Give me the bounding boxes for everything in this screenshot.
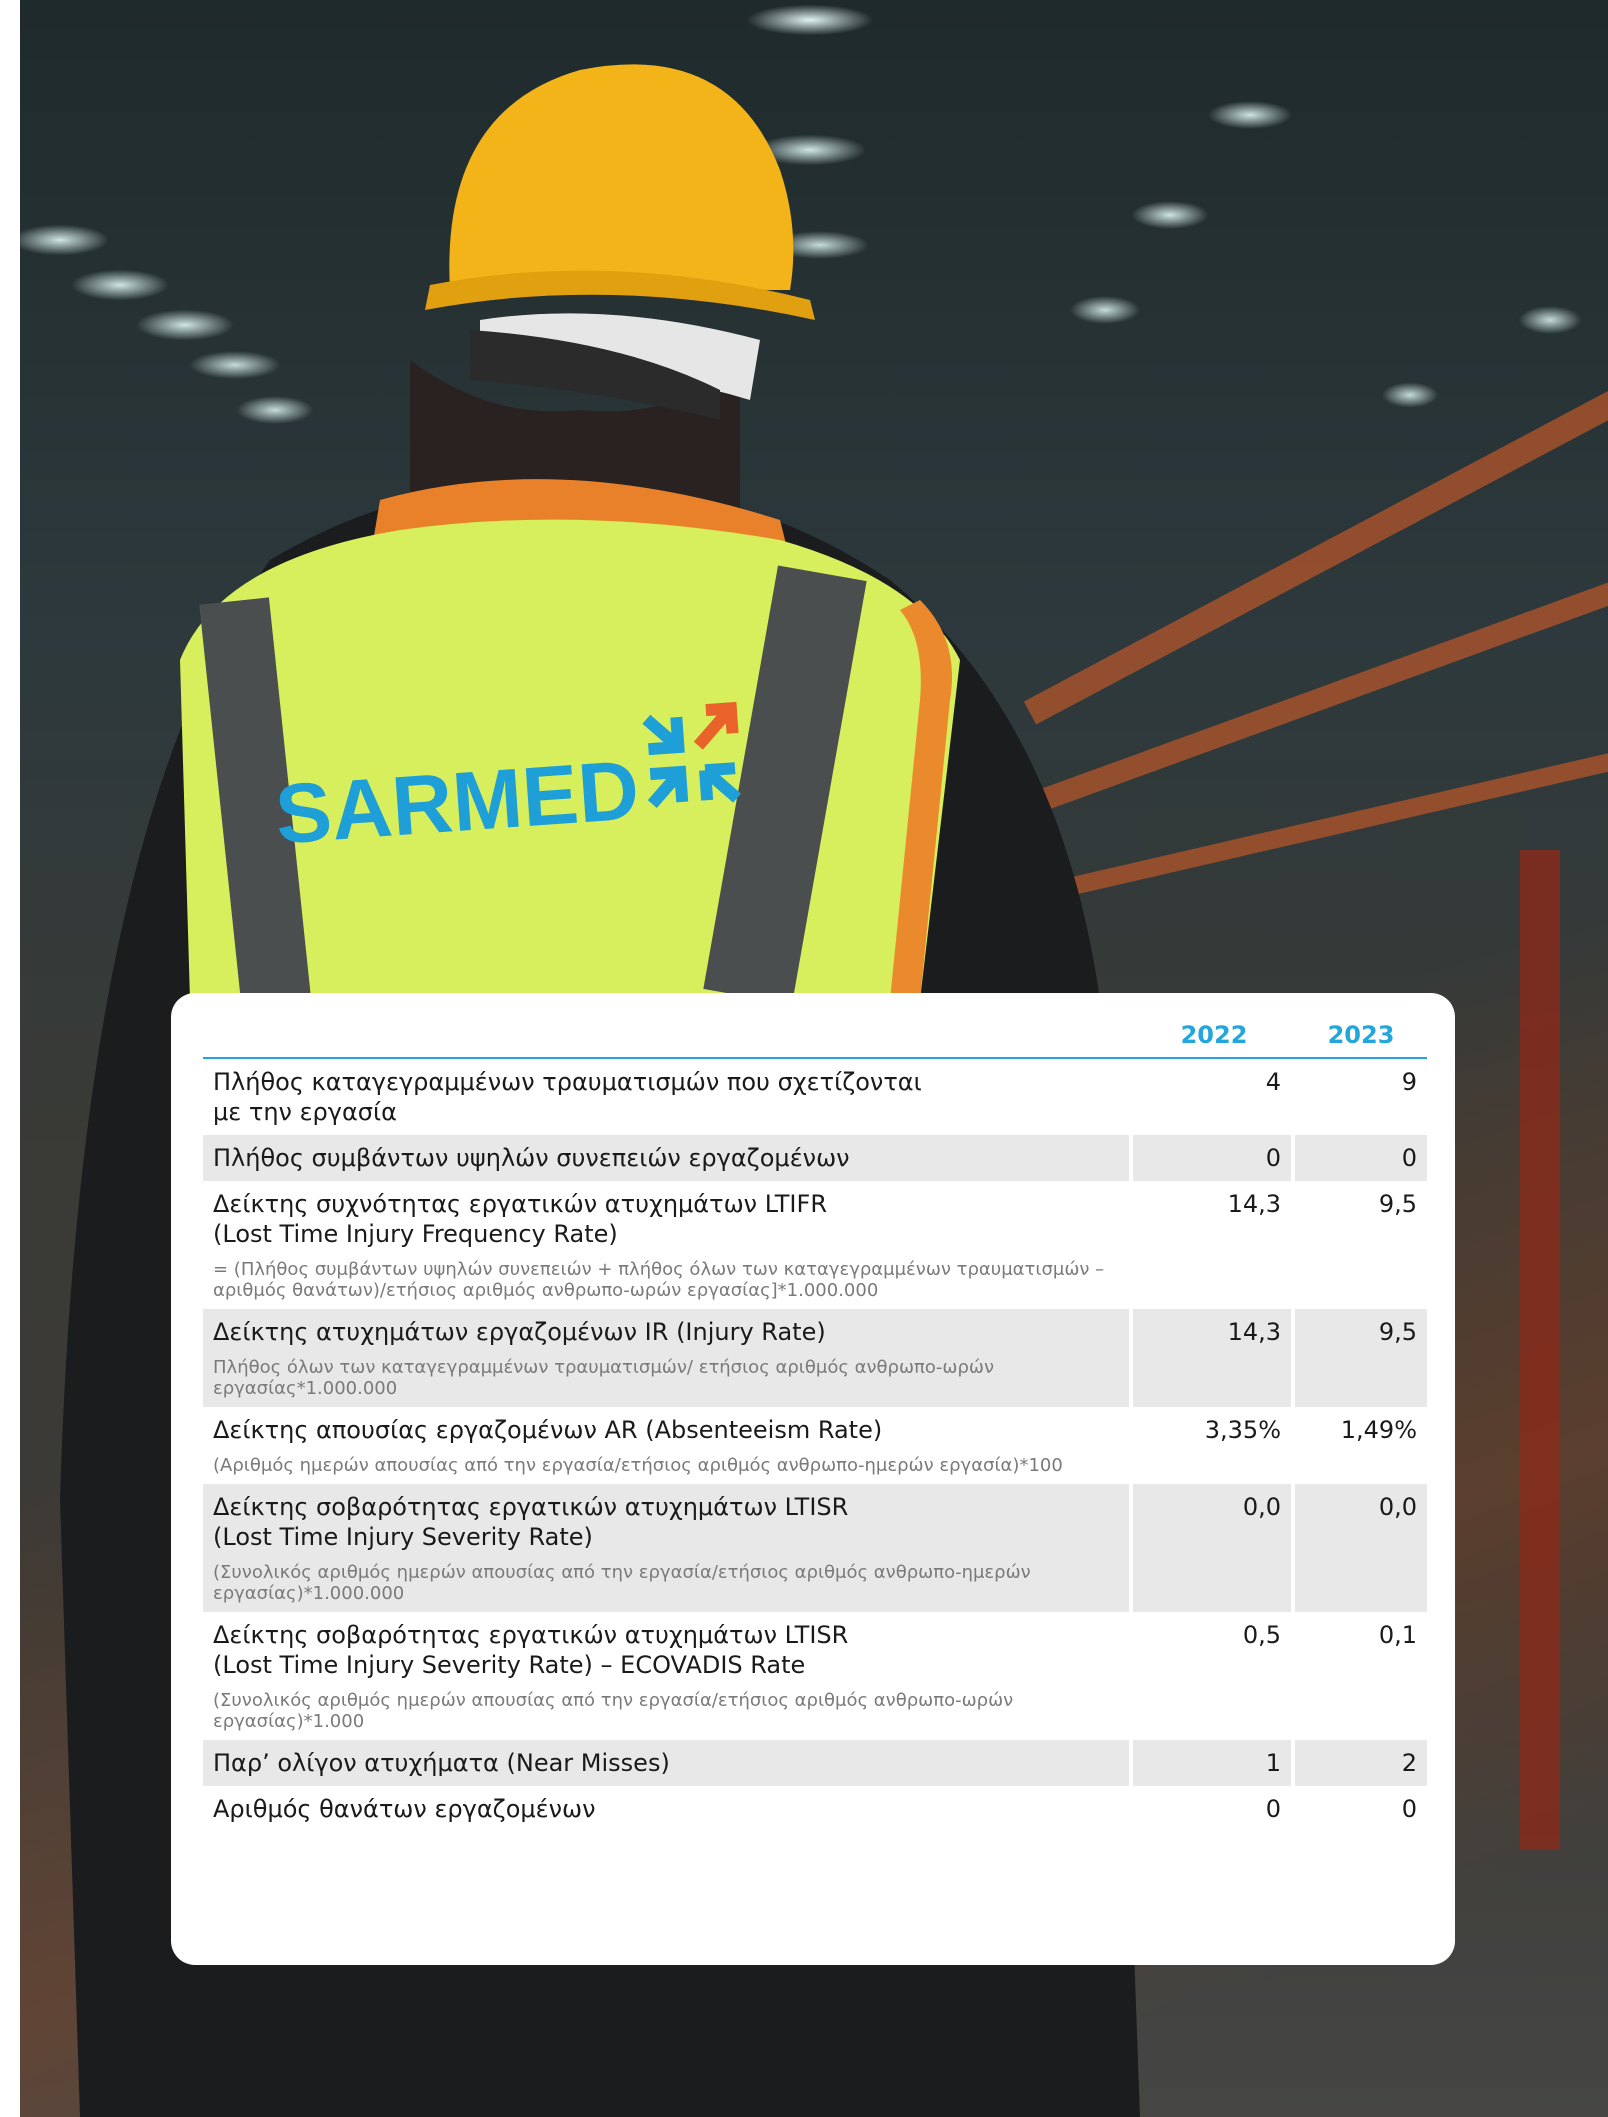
- column-header-2022: 2022: [1133, 1013, 1295, 1059]
- table-row: Δείκτης απουσίας εργαζομένων AR (Absente…: [203, 1407, 1427, 1484]
- cell-2022: 0: [1133, 1135, 1295, 1181]
- table-row: Πλήθος καταγεγραμμένων τραυματισμών που …: [203, 1059, 1427, 1135]
- row-label-line: Παρ’ ολίγον ατυχήματα (Near Misses): [213, 1749, 670, 1777]
- cell-2022: 14,3: [1133, 1181, 1295, 1309]
- row-label-line: Δείκτης σοβαρότητας εργατικών ατυχημάτων…: [213, 1493, 849, 1521]
- cell-2023: 9: [1401, 1068, 1417, 1096]
- row-label-line: Αριθμός θανάτων εργαζομένων: [213, 1795, 596, 1823]
- row-label: Αριθμός θανάτων εργαζομένων: [203, 1786, 1133, 1832]
- row-label-line: με την εργασία: [213, 1098, 397, 1126]
- cell-2022: 1: [1133, 1740, 1295, 1786]
- table-row: Δείκτης σοβαρότητας εργατικών ατυχημάτων…: [203, 1484, 1427, 1612]
- table-row: Δείκτης συχνότητας εργατικών ατυχημάτων …: [203, 1181, 1427, 1309]
- cell-2022: 3,35%: [1133, 1407, 1295, 1484]
- cell-2023: 0,1: [1378, 1621, 1417, 1649]
- row-label-line: (Lost Time Injury Severity Rate): [213, 1523, 593, 1551]
- cell-2023: 0,0: [1295, 1484, 1427, 1612]
- row-label-line: Δείκτης σοβαρότητας εργατικών ατυχημάτων…: [213, 1621, 849, 1649]
- cell-2022: 14,3: [1133, 1309, 1295, 1407]
- cell-2022: 0: [1133, 1786, 1295, 1832]
- row-label: Πλήθος συμβάντων υψηλών συνεπειών εργαζο…: [203, 1135, 1133, 1181]
- table-row: Αριθμός θανάτων εργαζομένων 0 0: [203, 1786, 1427, 1832]
- cell-2022: 0,5: [1133, 1612, 1295, 1740]
- row-label: Δείκτης σοβαρότητας εργατικών ατυχημάτων…: [203, 1612, 1133, 1740]
- safety-stats-card: 2022 2023 Πλήθος καταγεγραμμένων τραυματ…: [171, 993, 1455, 1965]
- column-header-2023: 2023: [1295, 1013, 1427, 1059]
- safety-stats-table: 2022 2023 Πλήθος καταγεγραμμένων τραυματ…: [203, 1013, 1427, 1832]
- row-formula-note: Πλήθος όλων των καταγεγραμμένων τραυματι…: [213, 1357, 995, 1399]
- cell-2023: 0: [1401, 1795, 1417, 1823]
- cell-2023: 0: [1295, 1135, 1427, 1181]
- cell-2023: 9,5: [1295, 1309, 1427, 1407]
- row-label-line: Δείκτης απουσίας εργαζομένων AR (Absente…: [213, 1416, 883, 1444]
- row-label: Πλήθος καταγεγραμμένων τραυματισμών που …: [203, 1059, 1133, 1135]
- row-label-line: Δείκτης ατυχημάτων εργαζομένων IR (Injur…: [213, 1318, 826, 1346]
- cell-2023: 1,49%: [1340, 1416, 1417, 1444]
- row-label-line: Πλήθος καταγεγραμμένων τραυματισμών που …: [213, 1068, 922, 1096]
- table-row: Δείκτης σοβαρότητας εργατικών ατυχημάτων…: [203, 1612, 1427, 1740]
- row-formula-note: (Συνολικός αριθμός ημερών απουσίας από τ…: [213, 1562, 1031, 1604]
- row-label-line: Πλήθος συμβάντων υψηλών συνεπειών εργαζο…: [213, 1144, 850, 1172]
- table-row: Δείκτης ατυχημάτων εργαζομένων IR (Injur…: [203, 1309, 1427, 1407]
- table-row: Πλήθος συμβάντων υψηλών συνεπειών εργαζο…: [203, 1135, 1427, 1181]
- cell-2022: 4: [1133, 1059, 1295, 1135]
- cell-2023: 9,5: [1378, 1190, 1417, 1218]
- row-label-line: (Lost Time Injury Frequency Rate): [213, 1220, 618, 1248]
- row-formula-note: (Αριθμός ημερών απουσίας από την εργασία…: [213, 1455, 1063, 1476]
- table-body: Πλήθος καταγεγραμμένων τραυματισμών που …: [203, 1059, 1427, 1832]
- row-label: Παρ’ ολίγον ατυχήματα (Near Misses): [203, 1740, 1133, 1786]
- row-label-line: Δείκτης συχνότητας εργατικών ατυχημάτων …: [213, 1190, 827, 1218]
- row-formula-note: (Συνολικός αριθμός ημερών απουσίας από τ…: [213, 1690, 1014, 1732]
- table-header-row: 2022 2023: [203, 1013, 1427, 1059]
- row-label: Δείκτης σοβαρότητας εργατικών ατυχημάτων…: [203, 1484, 1133, 1612]
- row-label-line: (Lost Time Injury Severity Rate) – ECOVA…: [213, 1651, 806, 1679]
- row-label: Δείκτης συχνότητας εργατικών ατυχημάτων …: [203, 1181, 1133, 1309]
- cell-2022: 0,0: [1133, 1484, 1295, 1612]
- cell-2023: 2: [1295, 1740, 1427, 1786]
- row-label: Δείκτης ατυχημάτων εργαζομένων IR (Injur…: [203, 1309, 1133, 1407]
- table-header-empty: [203, 1013, 1133, 1059]
- row-label: Δείκτης απουσίας εργαζομένων AR (Absente…: [203, 1407, 1133, 1484]
- row-formula-note: = (Πλήθος συμβάντων υψηλών συνεπειών + π…: [213, 1259, 1105, 1301]
- table-row: Παρ’ ολίγον ατυχήματα (Near Misses) 1 2: [203, 1740, 1427, 1786]
